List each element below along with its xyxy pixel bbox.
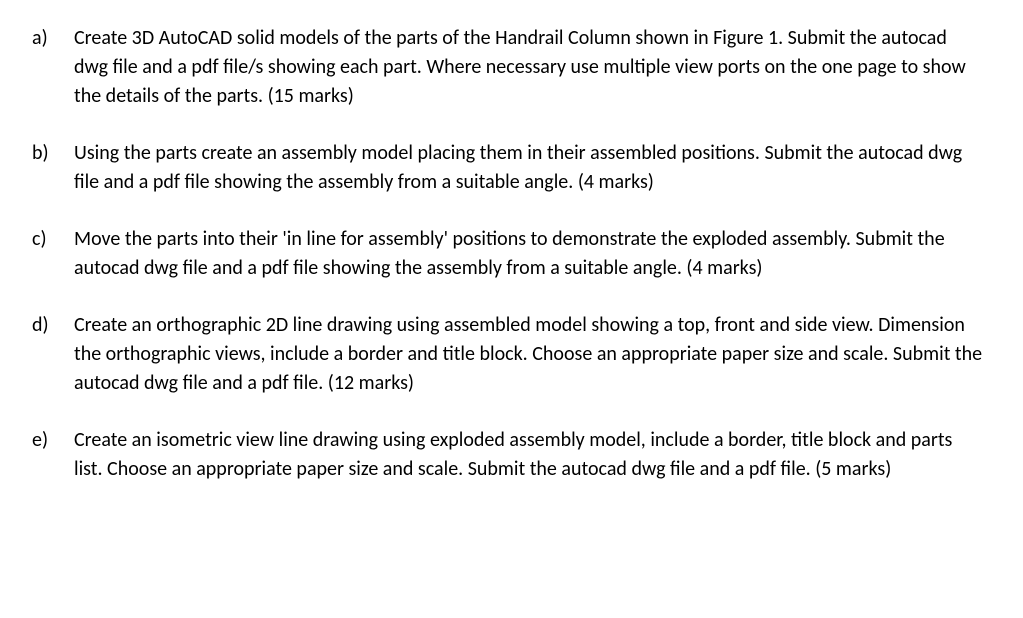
item-text: Create an orthographic 2D line drawing u… [74, 311, 993, 398]
list-item: a) Create 3D AutoCAD solid models of the… [30, 24, 993, 111]
item-marker: b) [30, 139, 74, 168]
item-text: Create 3D AutoCAD solid models of the pa… [74, 24, 993, 111]
item-marker: c) [30, 225, 74, 254]
item-text: Create an isometric view line drawing us… [74, 426, 993, 484]
list-item: c) Move the parts into their 'in line fo… [30, 225, 993, 283]
list-item: e) Create an isometric view line drawing… [30, 426, 993, 484]
item-text: Move the parts into their 'in line for a… [74, 225, 993, 283]
item-marker: a) [30, 24, 74, 53]
list-item: d) Create an orthographic 2D line drawin… [30, 311, 993, 398]
item-marker: e) [30, 426, 74, 455]
list-item: b) Using the parts create an assembly mo… [30, 139, 993, 197]
item-marker: d) [30, 311, 74, 340]
item-text: Using the parts create an assembly model… [74, 139, 993, 197]
assignment-list: a) Create 3D AutoCAD solid models of the… [30, 24, 993, 484]
